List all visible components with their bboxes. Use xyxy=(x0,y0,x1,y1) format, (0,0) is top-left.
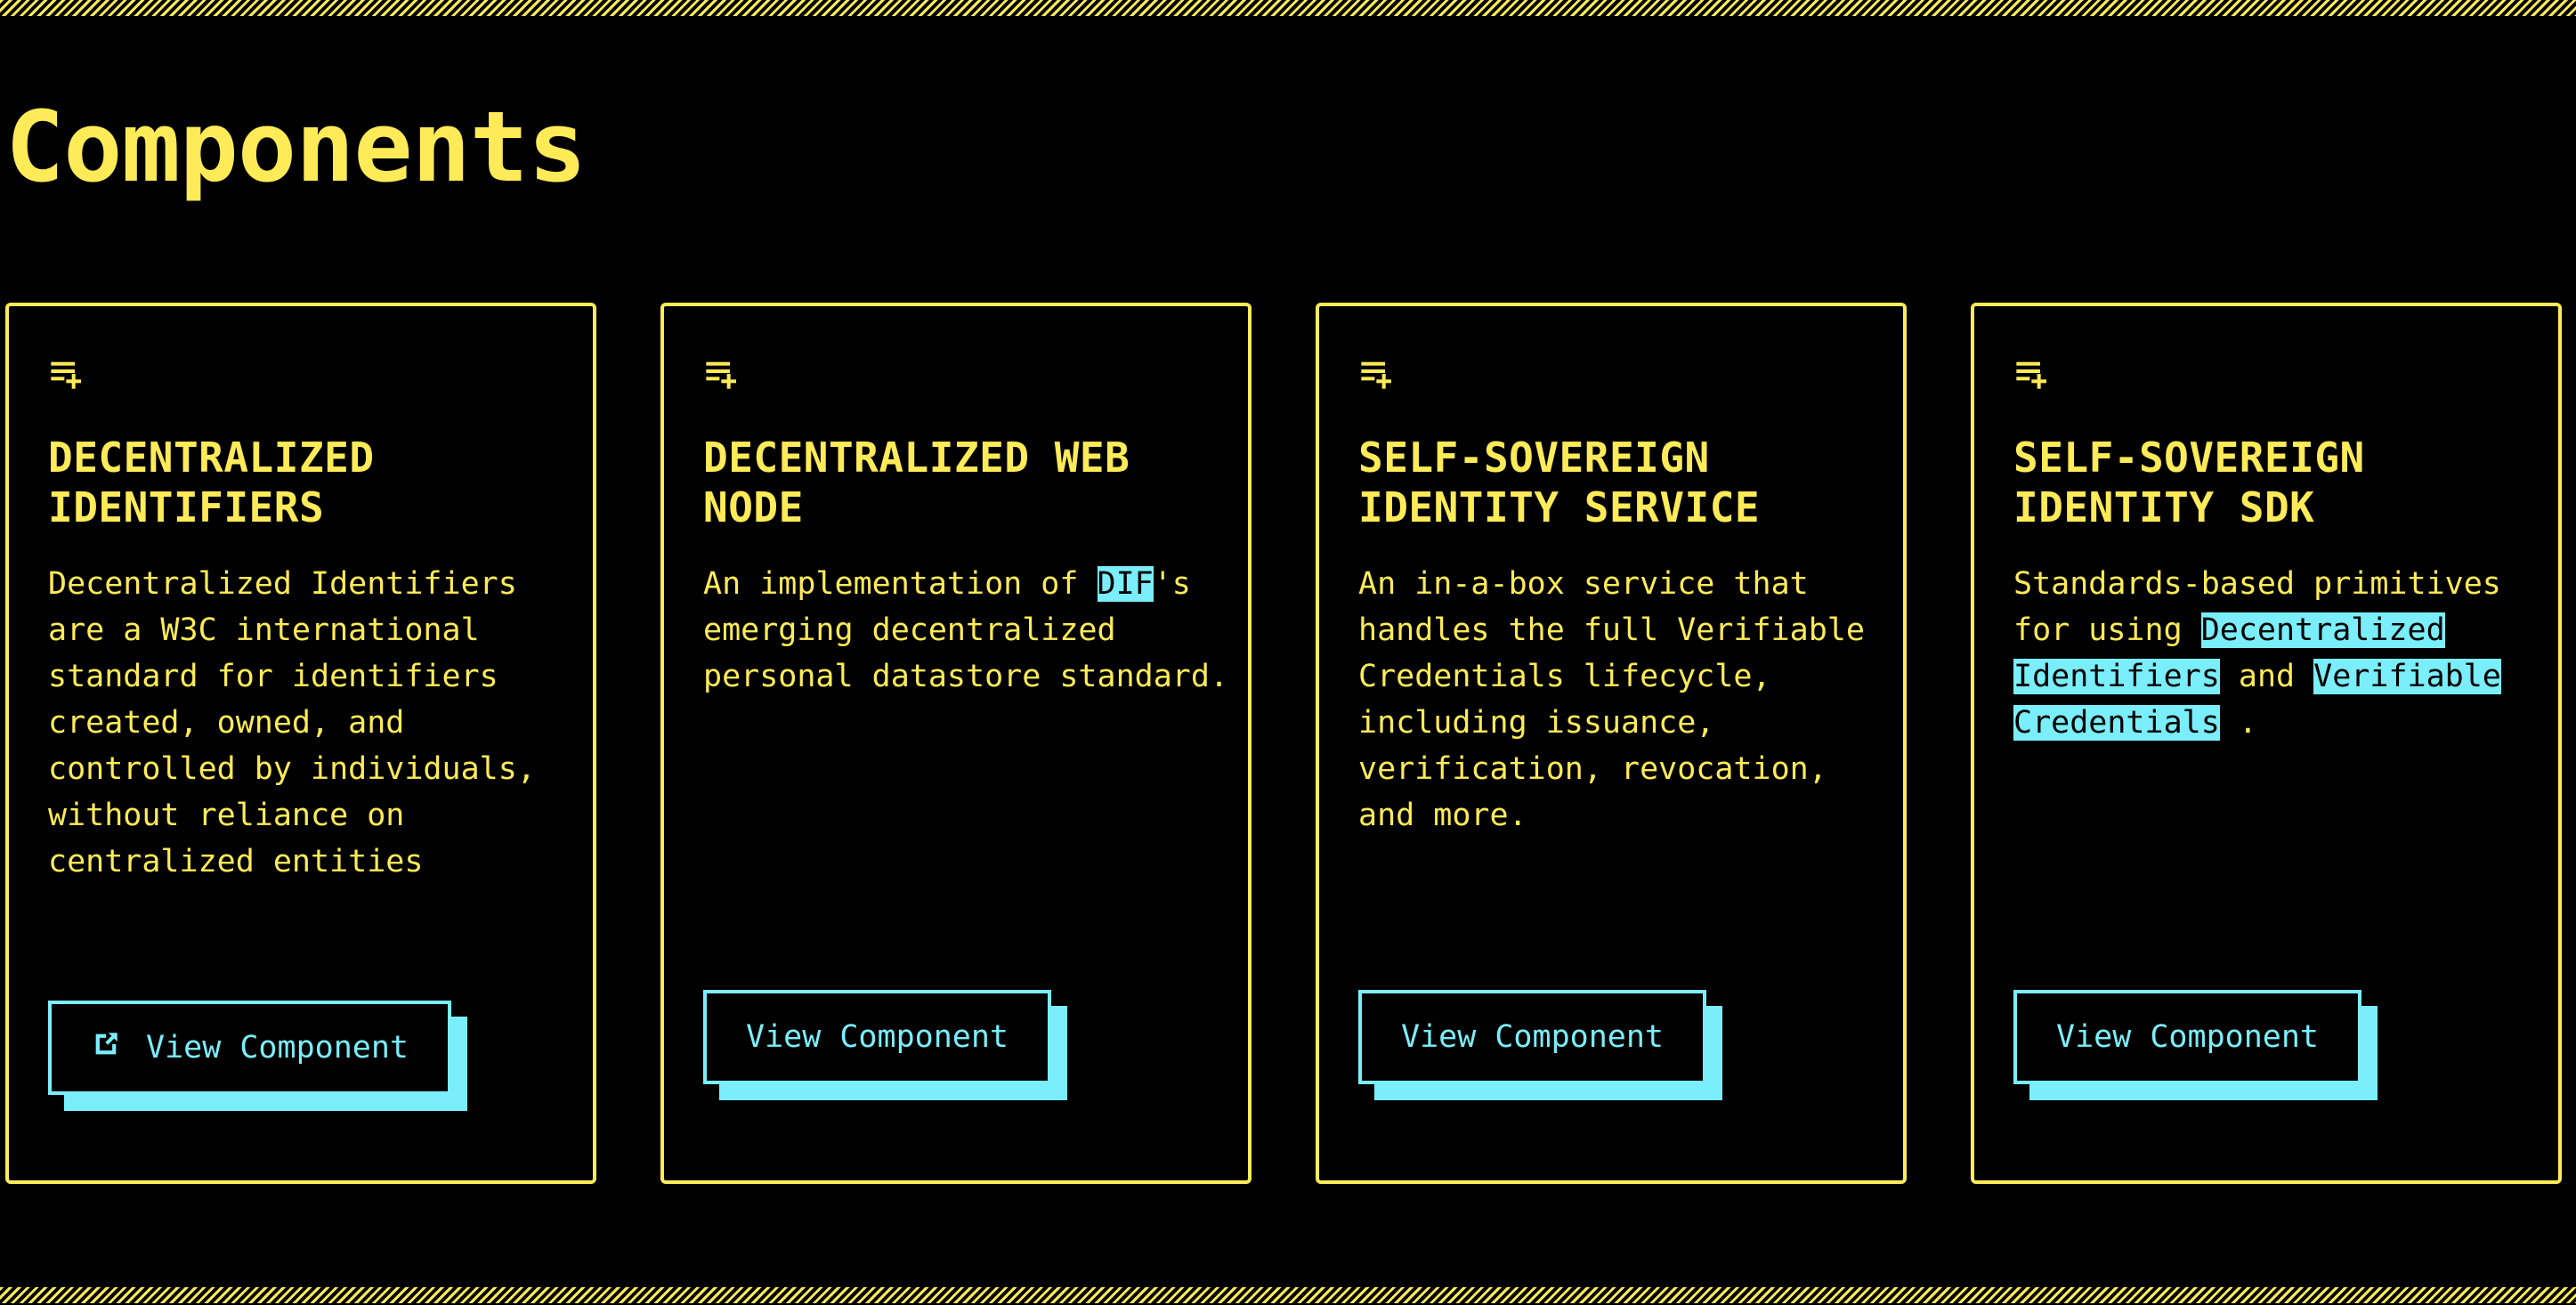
description-text: and xyxy=(2219,659,2314,694)
top-hatched-border xyxy=(0,0,2576,16)
component-card: SELF-SOVEREIGN IDENTITY SDK Standards-ba… xyxy=(1971,303,2562,1184)
description-text: An implementation of xyxy=(703,566,1098,602)
component-card: DECENTRALIZED WEB NODE An implementation… xyxy=(660,303,1252,1184)
view-component-button[interactable]: View Component xyxy=(48,1001,452,1095)
view-component-button[interactable]: View Component xyxy=(2013,990,2362,1084)
card-description: An in-a-box service that handles the ful… xyxy=(1358,561,1892,839)
button-label: View Component xyxy=(146,1030,409,1066)
description-text: Decentralized Identifiers are a W3C inte… xyxy=(48,566,536,879)
card-description: An implementation of DIF's emerging dece… xyxy=(703,561,1237,700)
card-description: Decentralized Identifiers are a W3C inte… xyxy=(48,561,582,885)
playlist-add-icon xyxy=(703,356,739,392)
card-title: SELF-SOVEREIGN IDENTITY SERVICE xyxy=(1358,434,1761,531)
playlist-add-icon xyxy=(2013,356,2049,392)
view-component-button[interactable]: View Component xyxy=(1358,990,1707,1084)
component-card: SELF-SOVEREIGN IDENTITY SERVICE An in-a-… xyxy=(1316,303,1907,1184)
bottom-hatched-border xyxy=(0,1287,2576,1303)
card-title: DECENTRALIZED WEB NODE xyxy=(703,434,1130,531)
view-component-button[interactable]: View Component xyxy=(703,990,1052,1084)
page-title: Components xyxy=(5,90,587,204)
button-label: View Component xyxy=(2056,1019,2320,1055)
button-label: View Component xyxy=(1401,1019,1665,1055)
button-label: View Component xyxy=(746,1019,1009,1055)
external-link-icon xyxy=(91,1029,121,1067)
playlist-add-icon xyxy=(48,356,84,392)
description-text: An in-a-box service that handles the ful… xyxy=(1358,566,1865,833)
component-card: DECENTRALIZED IDENTIFIERS Decentralized … xyxy=(5,303,596,1184)
card-title: DECENTRALIZED IDENTIFIERS xyxy=(48,434,375,531)
playlist-add-icon xyxy=(1358,356,1394,392)
highlighted-link[interactable]: DIF xyxy=(1097,566,1154,602)
card-description: Standards-based primitives for using Dec… xyxy=(2013,561,2548,746)
card-title: SELF-SOVEREIGN IDENTITY SDK xyxy=(2013,434,2365,531)
description-text: . xyxy=(2219,705,2257,741)
